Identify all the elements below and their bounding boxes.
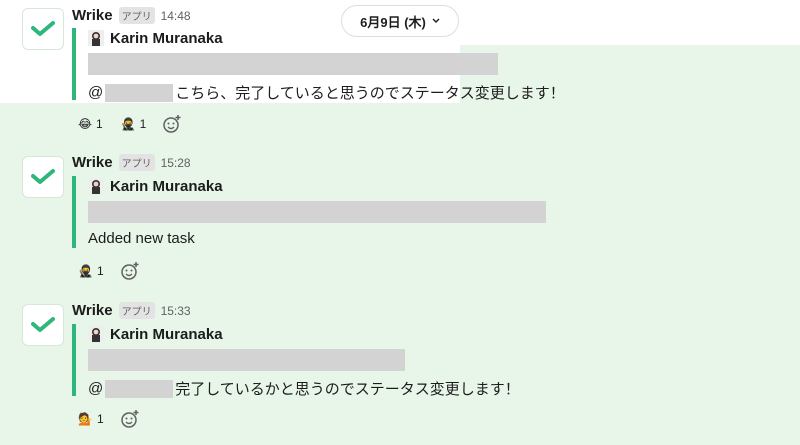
reactions-bar: 🥷 1	[72, 259, 144, 283]
reaction-chip[interactable]: 😂 1	[72, 112, 109, 136]
mention-prefix: @	[88, 380, 104, 397]
attachment-3: Karin Muranaka @ 完了しているかと思うのでステータス変更します！	[72, 324, 592, 399]
reaction-count: 1	[96, 117, 103, 131]
add-reaction-button[interactable]	[116, 259, 144, 283]
timestamp[interactable]: 15:33	[161, 304, 191, 318]
app-badge: アプリ	[118, 154, 155, 171]
attachment-author: Karin Muranaka	[88, 176, 592, 196]
mention-prefix: @	[88, 84, 104, 101]
emoji-person-icon: 💁	[78, 412, 93, 426]
message-text: こちら、完了していると思うのでステータス変更します！	[175, 85, 565, 102]
reaction-count: 1	[96, 412, 104, 426]
avatar[interactable]	[88, 30, 104, 46]
attachment-author-name[interactable]: Karin Muranaka	[110, 30, 223, 47]
wrike-app-icon[interactable]	[22, 8, 64, 50]
redacted-task-title	[88, 201, 546, 223]
attachment-2: Karin Muranaka Added new task	[72, 176, 592, 248]
redacted-mention	[105, 83, 174, 102]
emoji-ninja-icon: 🥷	[78, 264, 93, 278]
sender-name[interactable]: Wrike	[72, 302, 113, 319]
reaction-chip[interactable]: 🥷 1	[72, 259, 110, 283]
reaction-chip[interactable]: 🥷 1	[115, 112, 153, 136]
chevron-down-icon	[432, 18, 440, 23]
avatar[interactable]	[88, 178, 104, 194]
attachment-author: Karin Muranaka	[88, 28, 592, 48]
reactions-bar: 😂 1 🥷 1	[72, 112, 186, 136]
sender-name[interactable]: Wrike	[72, 7, 113, 24]
app-badge: アプリ	[118, 302, 155, 319]
avatar[interactable]	[88, 326, 104, 342]
attachment-text: Added new task	[88, 230, 592, 247]
reaction-count: 1	[96, 264, 104, 278]
add-emoji-icon	[163, 115, 181, 133]
message-header: Wrike アプリ 15:33	[72, 302, 191, 319]
add-reaction-button[interactable]	[116, 407, 144, 431]
reaction-count: 1	[139, 117, 147, 131]
timestamp[interactable]: 14:48	[161, 9, 191, 23]
add-emoji-icon	[120, 262, 139, 280]
wrike-check-icon	[31, 169, 55, 184]
message-header: Wrike アプリ 15:28	[72, 154, 191, 171]
wrike-app-icon[interactable]	[22, 304, 64, 346]
attachment-author-name[interactable]: Karin Muranaka	[110, 326, 223, 343]
reactions-bar: 💁 1	[72, 407, 144, 431]
attachment-text: @ 完了しているかと思うのでステータス変更します！	[88, 378, 592, 399]
redacted-task-title	[88, 53, 498, 75]
wrike-check-icon	[31, 21, 55, 36]
redacted-mention	[105, 379, 174, 398]
message-text: 完了しているかと思うのでステータス変更します！	[175, 381, 520, 398]
attachment-text: @ こちら、完了していると思うのでステータス変更します！	[88, 82, 592, 103]
add-reaction-button[interactable]	[158, 112, 186, 136]
reaction-chip[interactable]: 💁 1	[72, 407, 110, 431]
message-text: Added new task	[88, 230, 195, 247]
attachment-author: Karin Muranaka	[88, 324, 592, 344]
emoji-ninja-icon: 🥷	[120, 117, 136, 131]
timestamp[interactable]: 15:28	[161, 156, 191, 170]
message-header: Wrike アプリ 14:48	[72, 7, 191, 24]
sender-name[interactable]: Wrike	[72, 154, 113, 171]
wrike-app-icon[interactable]	[22, 156, 64, 198]
emoji-tears-of-joy-icon: 😂	[78, 117, 93, 131]
attachment-author-name[interactable]: Karin Muranaka	[110, 178, 223, 195]
wrike-check-icon	[31, 317, 55, 332]
attachment-1: Karin Muranaka @ こちら、完了していると思うのでステータス変更し…	[72, 28, 592, 103]
app-badge: アプリ	[118, 7, 155, 24]
add-emoji-icon	[120, 410, 139, 428]
redacted-task-title	[88, 349, 405, 371]
